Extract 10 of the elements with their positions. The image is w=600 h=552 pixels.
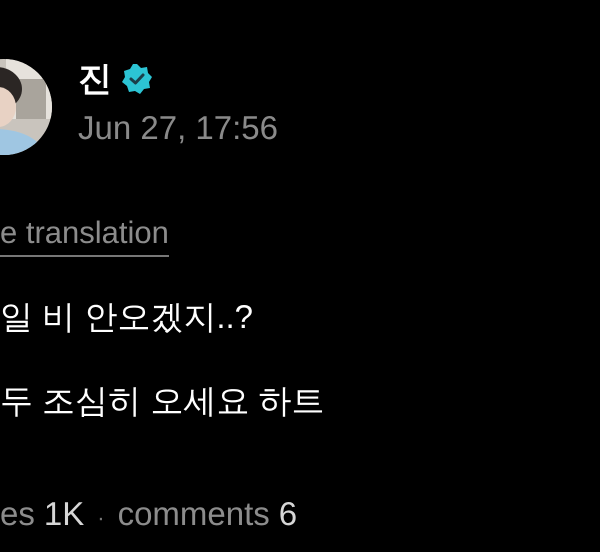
likes-label: es	[0, 495, 35, 533]
post-date: Jun 27, 17:56	[78, 109, 278, 147]
separator: ·	[97, 505, 105, 531]
comments-count: 6	[278, 495, 298, 533]
comments-label: comments	[118, 495, 270, 533]
author-name: 진	[78, 59, 112, 100]
post-text: 일 비 안오겠지..?	[0, 297, 254, 337]
likes-count: 1K	[44, 495, 84, 533]
post-text: 두 조심히 오세요 하트	[0, 381, 325, 421]
translation-link[interactable]: e translation	[0, 215, 169, 257]
